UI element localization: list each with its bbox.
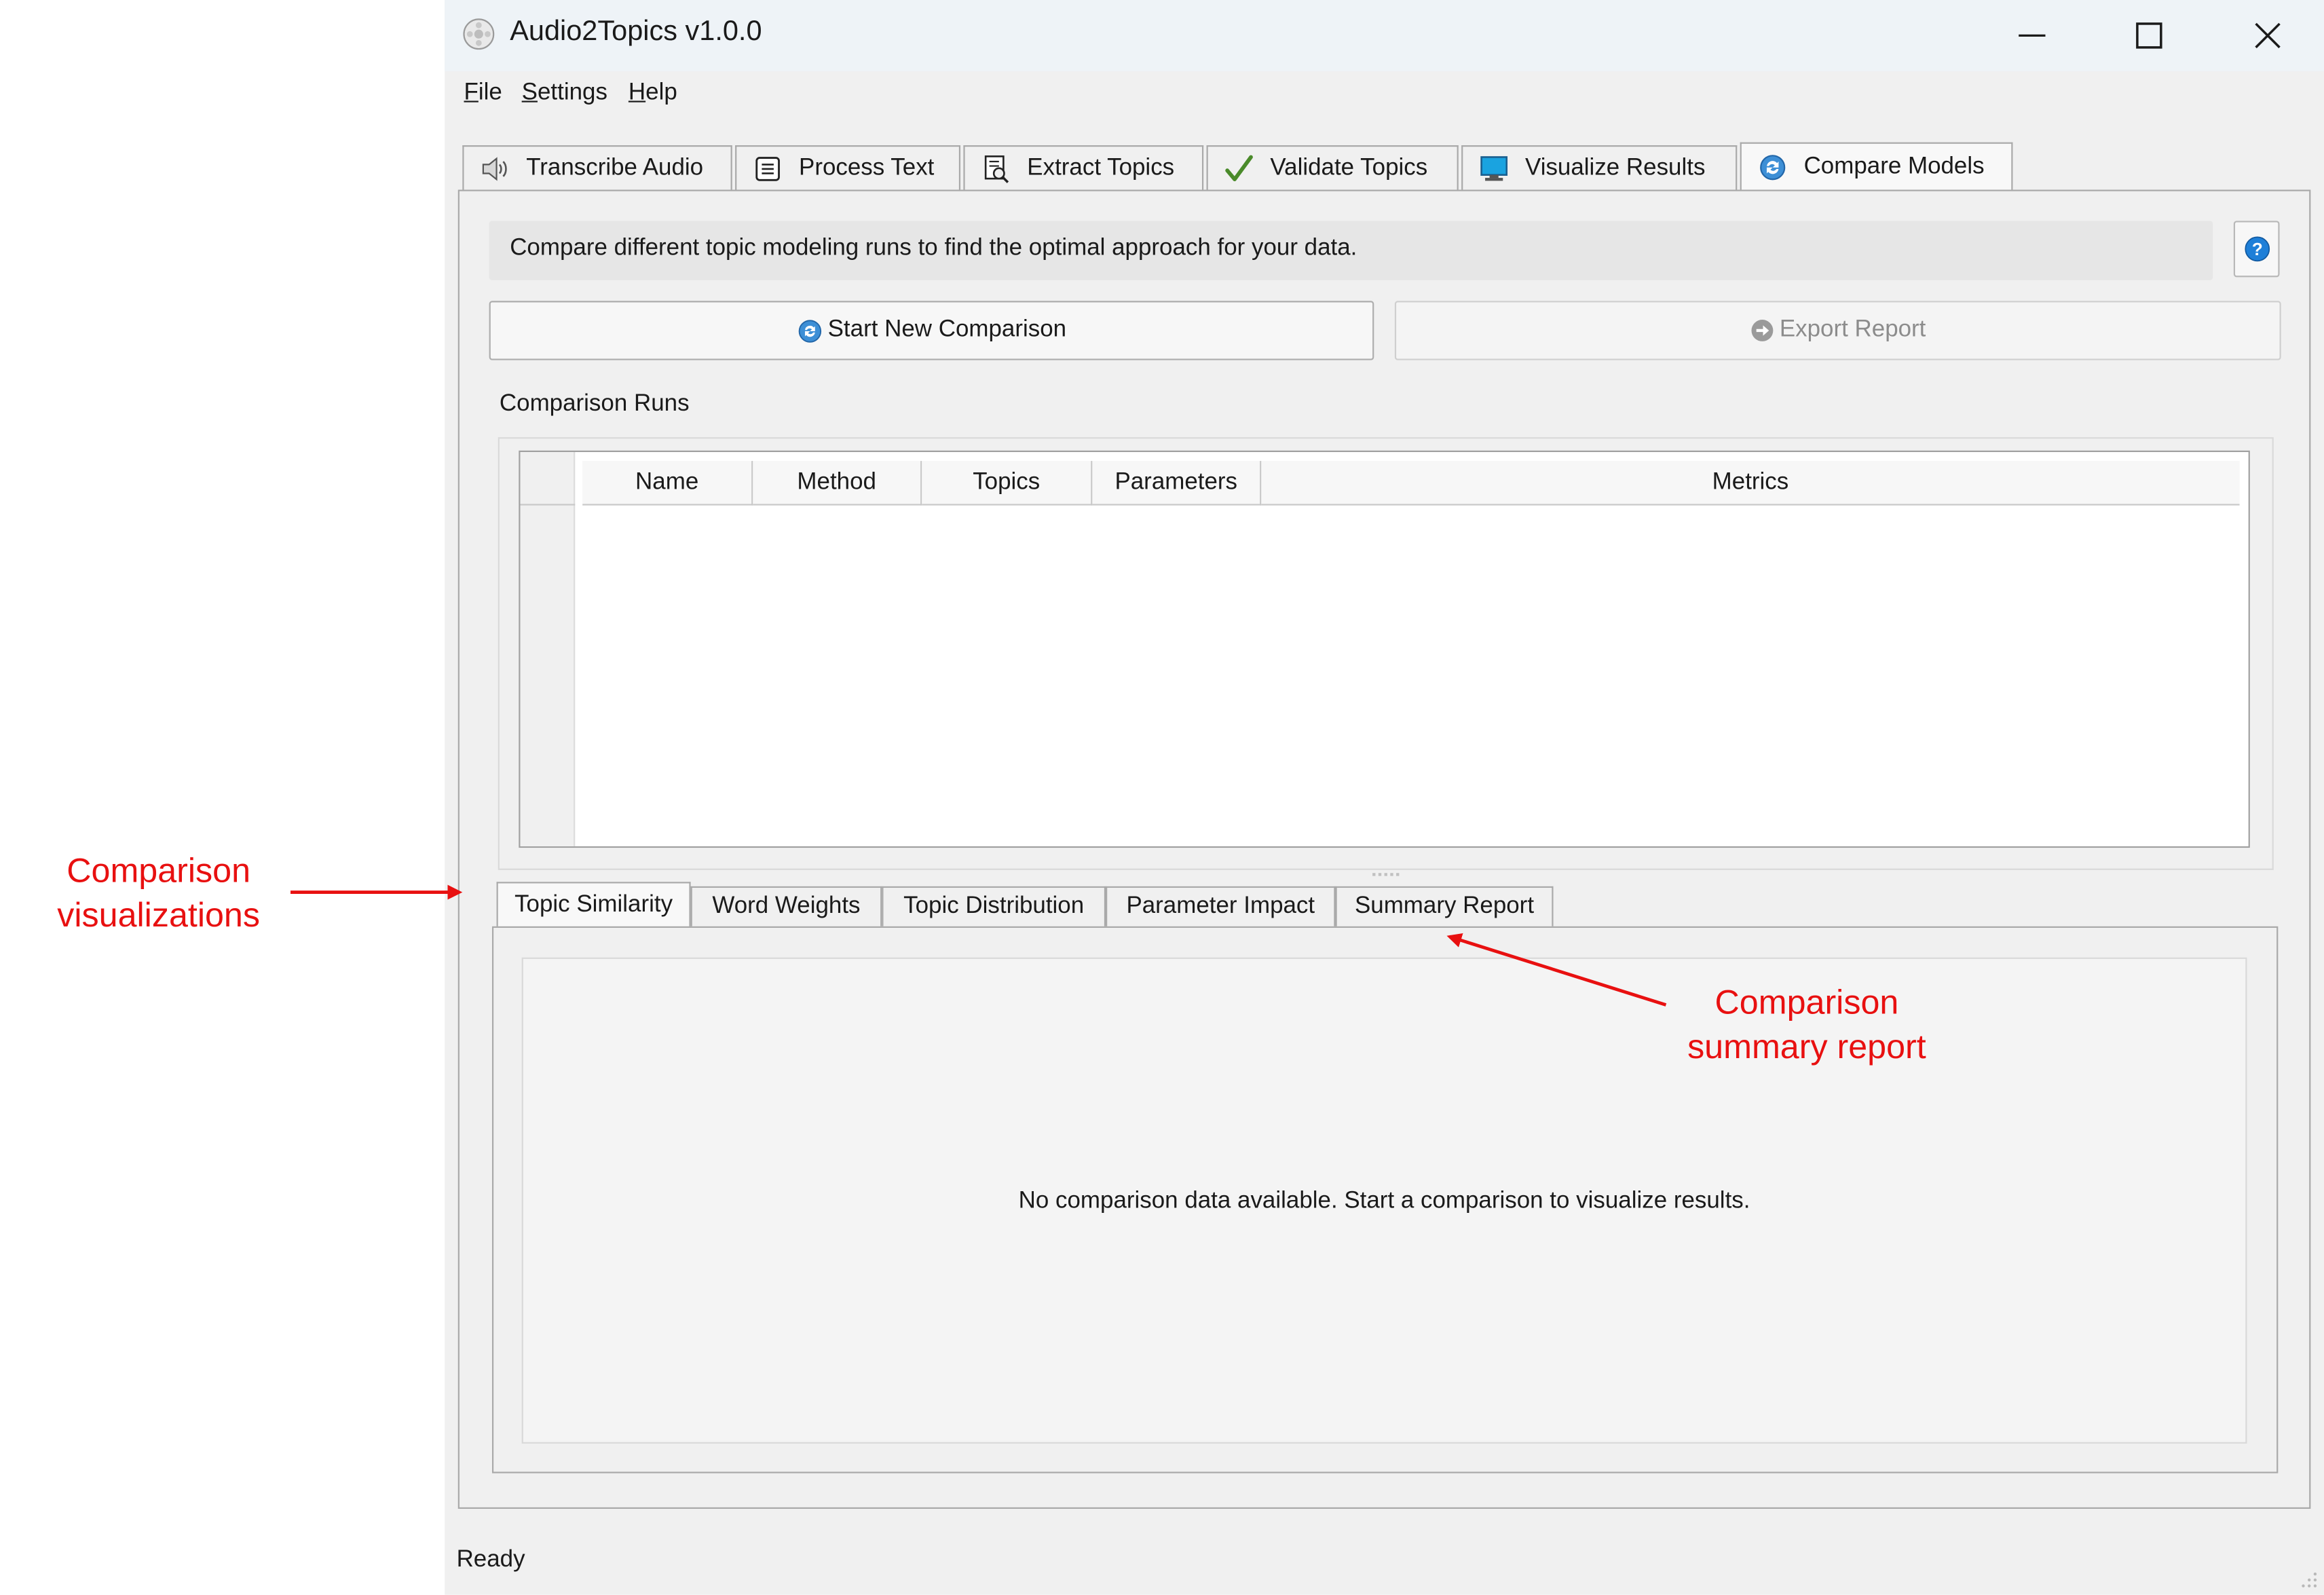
- annotation-arrow-right: [1446, 933, 1667, 1007]
- annotation-arrows: [290, 884, 1667, 1007]
